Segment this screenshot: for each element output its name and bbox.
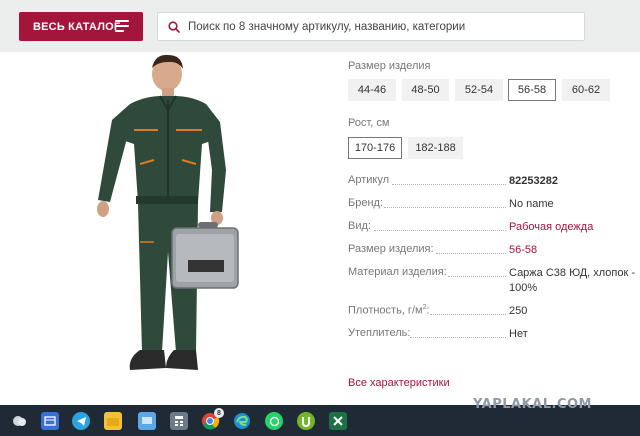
size-chip-44-46[interactable]: 44-46 <box>348 79 396 101</box>
chrome-badge: 8 <box>214 408 224 418</box>
telegram-icon[interactable] <box>72 412 90 430</box>
size-label: Размер изделия <box>348 60 431 72</box>
spec-label: Артикул <box>348 174 390 186</box>
excel-icon[interactable] <box>329 412 347 430</box>
spec-value-type-link[interactable]: Рабочая одежда <box>509 220 637 235</box>
watermark-text: YAPLAKAL.COM <box>473 397 592 412</box>
spec-label: Вид: <box>348 220 371 232</box>
spec-dots <box>448 276 506 277</box>
utorrent-icon[interactable] <box>297 412 315 430</box>
spec-label: Утеплитель: <box>348 327 411 339</box>
chrome-icon[interactable]: 8 <box>201 408 224 430</box>
size-chip-56-58-selected[interactable]: 56-58 <box>508 79 556 101</box>
spec-label: Материал изделия: <box>348 266 447 278</box>
height-chip-182-188[interactable]: 182-188 <box>408 137 463 159</box>
spec-label: Бренд: <box>348 197 384 209</box>
search-input[interactable] <box>188 20 568 33</box>
file-explorer-icon[interactable] <box>41 412 59 430</box>
spec-label: Размер изделия: <box>348 243 434 255</box>
spec-value-size-link[interactable]: 56-58 <box>509 243 637 258</box>
edge-icon[interactable] <box>233 412 251 430</box>
spec-label: Плотность, г/м2: <box>348 304 430 317</box>
all-characteristics-link[interactable]: Все характеристики <box>348 377 450 389</box>
spec-dots <box>392 184 506 185</box>
catalog-button[interactable]: ВЕСЬ КАТАЛОГ <box>19 12 143 41</box>
calculator-icon[interactable] <box>170 412 188 430</box>
spec-value-insulation: Нет <box>509 328 528 340</box>
spec-value-density: 250 <box>509 305 528 317</box>
height-label: Рост, см <box>348 117 390 129</box>
spec-value-article: 82253282 <box>509 175 558 187</box>
height-chip-170-176-selected[interactable]: 170-176 <box>348 137 402 159</box>
spec-dots <box>374 230 506 231</box>
search-icon <box>168 20 180 33</box>
folder-icon[interactable] <box>104 412 122 430</box>
spec-dots <box>410 337 506 338</box>
spec-value-brand: No name <box>509 198 554 210</box>
size-chip-48-50[interactable]: 48-50 <box>402 79 449 101</box>
spec-dots <box>430 314 506 315</box>
product-image <box>97 54 239 370</box>
spec-dots <box>436 253 506 254</box>
whatsapp-icon[interactable] <box>265 412 283 430</box>
site-header: ВЕСЬ КАТАЛОГ <box>0 0 640 52</box>
spec-value-material: Саржа С38 ЮД, хлопок - 100% <box>509 267 636 294</box>
size-chip-52-54[interactable]: 52-54 <box>455 79 503 101</box>
search-box[interactable] <box>157 12 585 41</box>
spec-dots <box>384 207 506 208</box>
catalog-button-label: ВЕСЬ КАТАЛОГ <box>33 20 121 33</box>
menu-icon <box>115 20 129 32</box>
weather-icon[interactable] <box>10 412 28 430</box>
size-chip-60-62[interactable]: 60-62 <box>562 79 610 101</box>
control-panel-icon[interactable] <box>138 412 156 430</box>
